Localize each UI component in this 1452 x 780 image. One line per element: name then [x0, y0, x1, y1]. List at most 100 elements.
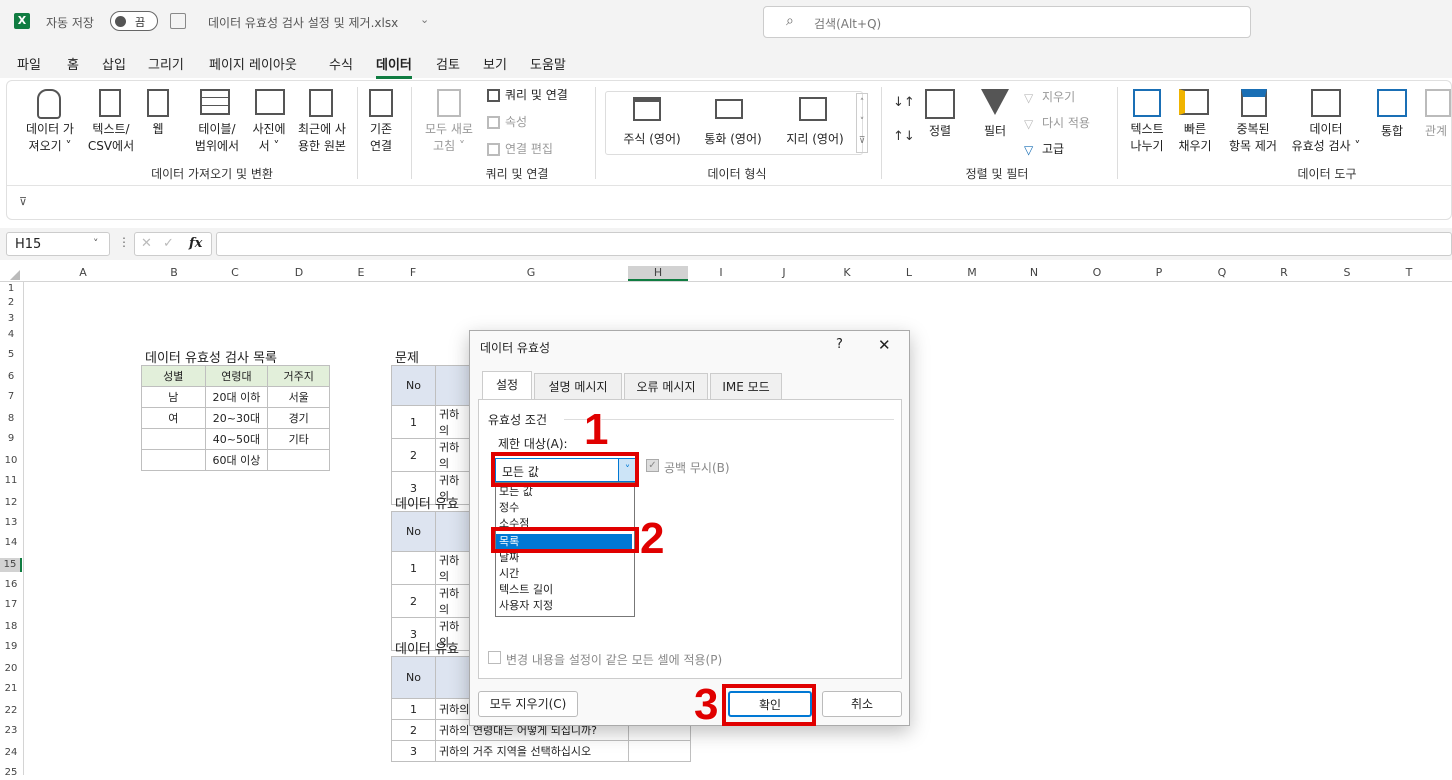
quick-access-dropdown-icon[interactable]: ⊽: [19, 195, 27, 208]
table-cell[interactable]: 1: [391, 551, 436, 585]
col-header-o[interactable]: O: [1067, 266, 1127, 279]
ignore-blank-checkbox[interactable]: ✓: [646, 459, 659, 472]
tab-error-alert[interactable]: 오류 메시지: [624, 373, 708, 399]
stocks-button[interactable]: 주식 (영어): [612, 131, 692, 148]
row-header[interactable]: 15: [0, 558, 22, 572]
row-header[interactable]: 3: [0, 312, 22, 326]
col-header-c[interactable]: C: [205, 266, 265, 279]
row-header[interactable]: 18: [0, 620, 22, 634]
table-cell[interactable]: 기타: [267, 428, 330, 450]
geography-button[interactable]: 지리 (영어): [775, 131, 855, 148]
table-cell[interactable]: 3: [391, 740, 436, 762]
menu-insert[interactable]: 삽입: [102, 54, 126, 73]
col-header-b[interactable]: B: [144, 266, 204, 279]
row-header[interactable]: 21: [0, 682, 22, 696]
table-cell[interactable]: 1: [391, 698, 436, 720]
list-item[interactable]: 시간: [496, 566, 632, 582]
table-cell[interactable]: 서울: [267, 386, 330, 408]
chevron-down-icon[interactable]: ⌄: [420, 13, 429, 26]
text-to-columns-button[interactable]: 텍스트 나누기: [1123, 121, 1171, 155]
advanced-button[interactable]: 고급: [1042, 141, 1064, 158]
col-header-k[interactable]: K: [817, 266, 877, 279]
gallery-scroll-icon[interactable]: ˄ ˅ ⊽: [856, 93, 868, 153]
refresh-all-button[interactable]: 모두 새로 고침 ˅: [419, 121, 479, 155]
formula-input[interactable]: [216, 232, 1452, 256]
menu-formulas[interactable]: 수식: [329, 54, 353, 73]
data-validation-button[interactable]: 데이터 유효성 검사 ˅: [1285, 121, 1367, 155]
recent-sources-button[interactable]: 최근에 사 용한 원본: [290, 121, 354, 155]
list-item[interactable]: 정수: [496, 500, 632, 516]
insert-function-icon[interactable]: fx: [189, 236, 202, 251]
save-icon[interactable]: [170, 13, 186, 29]
col-header-a[interactable]: A: [53, 266, 113, 279]
get-data-button[interactable]: 데이터 가 져오기 ˅: [17, 121, 83, 155]
table-cell[interactable]: 2: [391, 584, 436, 618]
menu-draw[interactable]: 그리기: [148, 54, 184, 73]
sort-button[interactable]: 정렬: [921, 123, 959, 140]
file-name[interactable]: 데이터 유효성 검사 설정 및 제거.xlsx: [208, 14, 398, 31]
flash-fill-button[interactable]: 빠른 채우기: [1175, 121, 1215, 155]
existing-connections-button[interactable]: 기존 연결: [363, 121, 399, 155]
currency-button[interactable]: 통화 (영어): [693, 131, 773, 148]
search-box[interactable]: ⌕ 검색(Alt+Q): [763, 6, 1251, 38]
row-header[interactable]: 9: [0, 432, 22, 446]
col-header-j[interactable]: J: [754, 266, 814, 279]
table-cell[interactable]: 20대 이하: [204, 386, 269, 408]
col-header-h[interactable]: H: [628, 266, 688, 281]
row-header[interactable]: 23: [0, 724, 22, 738]
consolidate-button[interactable]: 통합: [1377, 123, 1407, 140]
select-all-corner[interactable]: [10, 270, 20, 280]
menu-file[interactable]: 파일: [17, 54, 41, 73]
row-header[interactable]: 11: [0, 474, 22, 488]
col-header-i[interactable]: I: [691, 266, 751, 279]
no-header[interactable]: No: [391, 511, 436, 552]
row-header[interactable]: 24: [0, 746, 22, 760]
list-item[interactable]: 텍스트 길이: [496, 582, 632, 598]
properties-button[interactable]: 속성: [505, 114, 527, 131]
row-header[interactable]: 19: [0, 640, 22, 654]
table-cell[interactable]: 귀하의: [435, 584, 471, 618]
menu-page-layout[interactable]: 페이지 레이아웃: [209, 54, 297, 73]
table-cell[interactable]: 여: [141, 407, 206, 429]
col-header-n[interactable]: N: [1004, 266, 1064, 279]
col-header-m[interactable]: M: [942, 266, 1002, 279]
autosave-toggle[interactable]: 끔: [110, 11, 158, 31]
row-header[interactable]: 5: [0, 348, 22, 362]
help-icon[interactable]: ?: [836, 337, 843, 352]
text-csv-button[interactable]: 텍스트/ CSV에서: [83, 121, 139, 155]
edit-links-button[interactable]: 연결 편집: [505, 141, 553, 158]
table-cell[interactable]: 2: [391, 438, 436, 472]
no-header[interactable]: No: [391, 365, 436, 406]
row-header[interactable]: 22: [0, 704, 22, 718]
col-header-f[interactable]: F: [383, 266, 443, 279]
row-header[interactable]: 6: [0, 370, 22, 384]
row-header[interactable]: 14: [0, 536, 22, 550]
cancel-button[interactable]: 취소: [822, 691, 902, 717]
table-cell[interactable]: 20~30대: [204, 407, 269, 429]
menu-data[interactable]: 데이터: [376, 54, 412, 79]
clear-button[interactable]: 지우기: [1042, 89, 1075, 106]
col-header-q[interactable]: Q: [1192, 266, 1252, 279]
row-header[interactable]: 4: [0, 328, 22, 342]
tab-ime-mode[interactable]: IME 모드: [710, 373, 782, 399]
header-age[interactable]: 연령대: [204, 365, 269, 387]
table-cell[interactable]: 귀하의 거주 지역을 선택하십시오: [435, 740, 629, 762]
table-cell[interactable]: [267, 449, 330, 471]
table-cell[interactable]: 귀하의: [435, 438, 471, 472]
header-gender[interactable]: 성별: [141, 365, 206, 387]
relationships-button[interactable]: 관계: [1419, 123, 1452, 140]
col-header-s[interactable]: S: [1317, 266, 1377, 279]
answer-cell[interactable]: [628, 740, 691, 762]
table-cell[interactable]: 귀하의: [435, 551, 471, 585]
picture-button[interactable]: 사진에 서 ˅: [243, 121, 295, 155]
col-header-e[interactable]: E: [331, 266, 391, 279]
row-header[interactable]: 1: [0, 282, 22, 296]
tab-input-message[interactable]: 설명 메시지: [534, 373, 622, 399]
row-header[interactable]: 20: [0, 662, 22, 676]
col-header-l[interactable]: L: [879, 266, 939, 279]
queries-connections-button[interactable]: 쿼리 및 연결: [505, 87, 568, 104]
table-cell[interactable]: [141, 428, 206, 450]
row-header[interactable]: 13: [0, 516, 22, 530]
sort-za-icon[interactable]: ↑↓: [893, 129, 915, 144]
col-header-r[interactable]: R: [1254, 266, 1314, 279]
